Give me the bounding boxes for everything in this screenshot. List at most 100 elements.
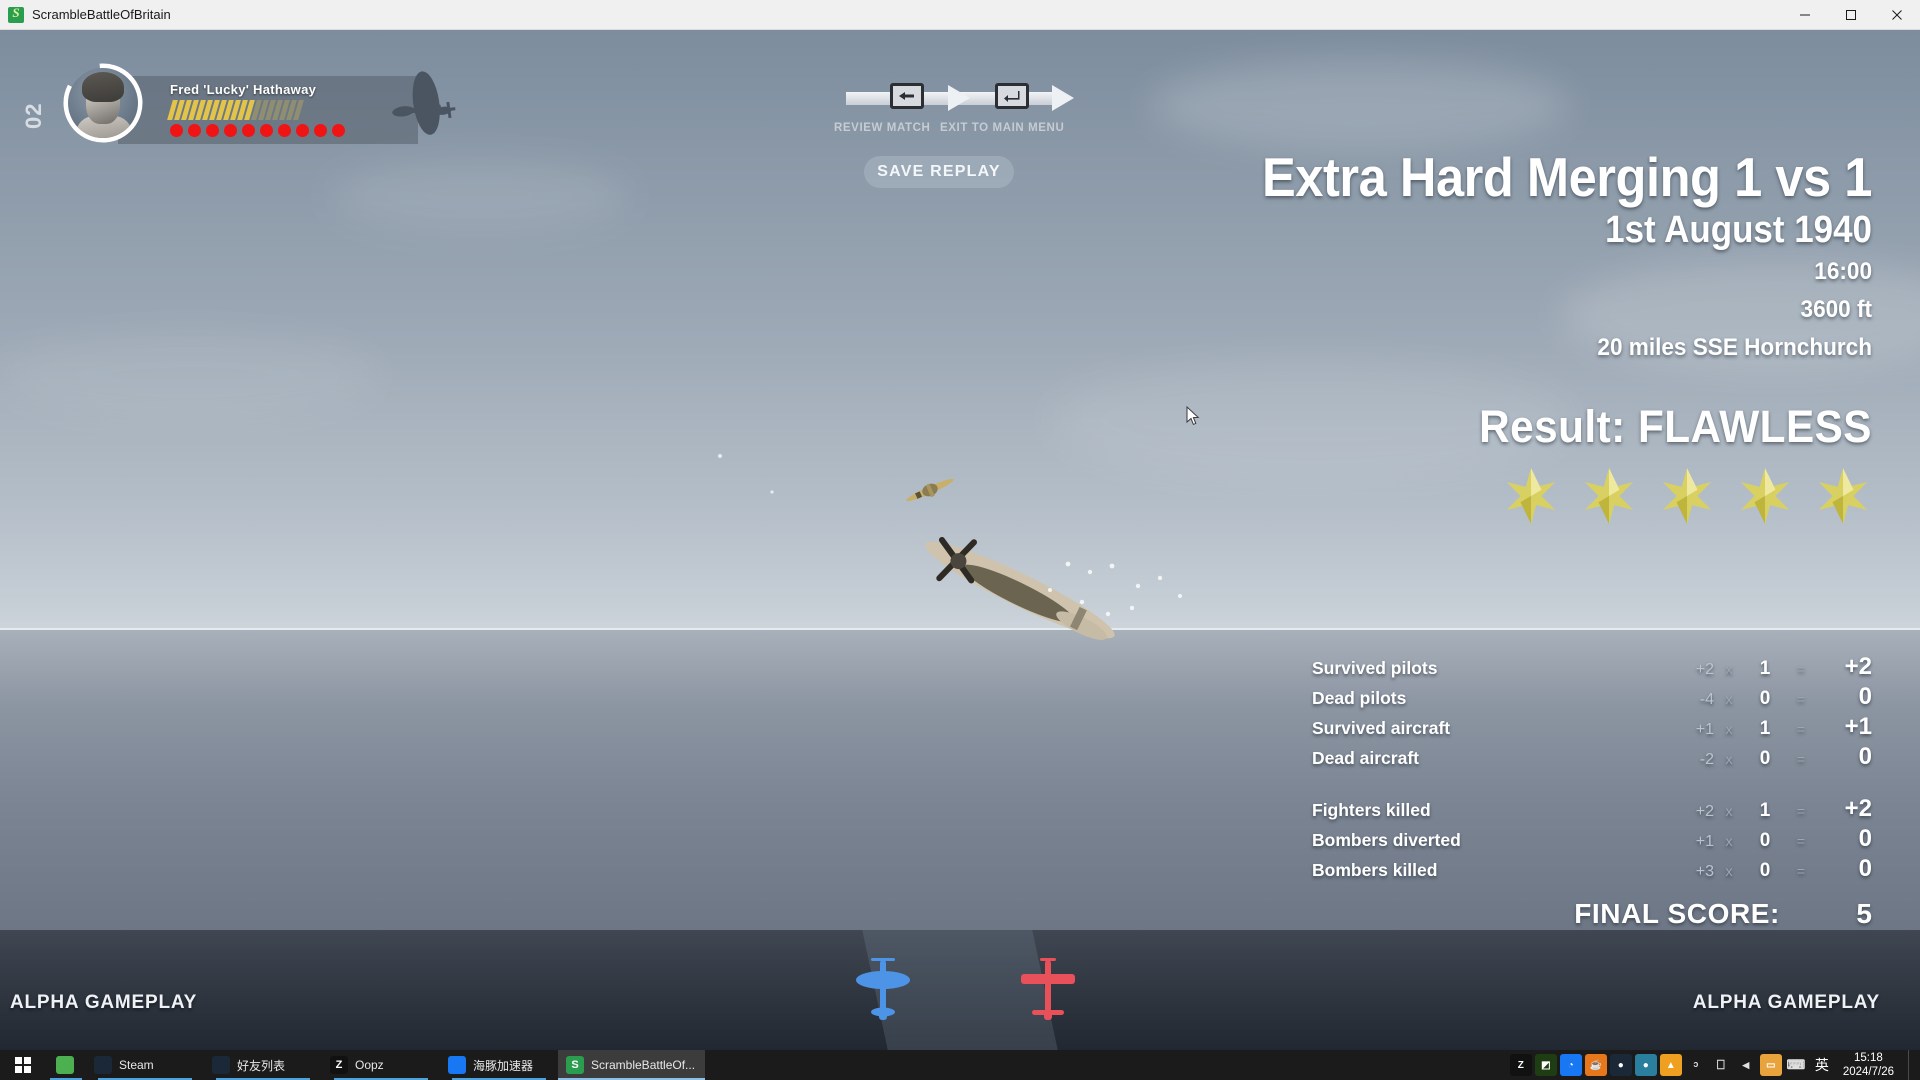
- taskbar-item-scramble-battle-of-britain[interactable]: S ScrambleBattleOf...: [558, 1050, 706, 1080]
- volume-tray[interactable]: ◂: [1735, 1054, 1757, 1076]
- window-controls: [1782, 0, 1920, 30]
- score-row-count: 1: [1759, 658, 1771, 679]
- score-row-multiplier: -2: [1699, 751, 1714, 768]
- hit-marker: [314, 124, 327, 137]
- taskbar-item-label: 好友列表: [237, 1058, 286, 1073]
- minimize-icon[interactable]: [1782, 0, 1828, 30]
- score-row-label: Fighters killed: [1312, 800, 1431, 820]
- clock[interactable]: 15:18 2024/7/26: [1837, 1051, 1904, 1079]
- hit-marker: [170, 124, 183, 137]
- steam-friends-icon: [212, 1056, 230, 1074]
- hit-marker: [296, 124, 309, 137]
- score-row-equals: =: [1796, 721, 1806, 737]
- pilot-hud: 02 Fred 'Lucky' Hathaway: [21, 62, 456, 162]
- score-row-count: 0: [1759, 688, 1771, 709]
- score-row-count: 0: [1759, 748, 1771, 769]
- score-row-multiplier: +3: [1695, 863, 1714, 880]
- dolphin-tray[interactable]: ◔: [1559, 1054, 1582, 1076]
- hit-marker: [332, 124, 345, 137]
- post-match-nav: REVIEW MATCH EXIT TO MAIN MENU SAVE REPL…: [834, 78, 1090, 188]
- taskbar-item-steam-friends[interactable]: 好友列表: [204, 1050, 322, 1080]
- score-row-count: 0: [1759, 830, 1771, 851]
- key-back-icon[interactable]: [890, 83, 924, 109]
- taskbar-item-minecraft[interactable]: [46, 1050, 86, 1080]
- start-button[interactable]: [0, 1050, 46, 1080]
- score-row-label: Survived pilots: [1312, 658, 1438, 678]
- star-icon: [1740, 468, 1790, 525]
- final-score-value: 5: [1856, 898, 1872, 929]
- scramble-battle-of-britain-icon: S: [566, 1056, 584, 1074]
- score-row-times: x: [1725, 661, 1733, 677]
- window-titlebar: ScrambleBattleOfBritain: [0, 0, 1920, 30]
- hit-marker: [188, 124, 201, 137]
- nav-labels: REVIEW MATCH EXIT TO MAIN MENU: [834, 122, 1090, 140]
- review-match-label[interactable]: REVIEW MATCH: [834, 122, 930, 134]
- score-row-multiplier: +1: [1695, 721, 1714, 738]
- keyboard-tray[interactable]: ⌨: [1785, 1054, 1807, 1076]
- score-table-group-1: Survived pilots +2 x 1 = +2 Dead pilots -4 x 0 = 0 S…: [1312, 652, 1872, 772]
- score-row-value: +1: [1844, 713, 1872, 740]
- taskbar-item-label: Steam: [119, 1058, 154, 1072]
- close-icon[interactable]: [1874, 0, 1920, 30]
- steam-icon: [94, 1056, 112, 1074]
- key-enter-icon[interactable]: [995, 83, 1029, 109]
- alpha-watermark-right: ALPHA GAMEPLAY: [1692, 992, 1880, 1013]
- score-row-label: Bombers diverted: [1312, 830, 1461, 850]
- exit-to-main-menu-label[interactable]: EXIT TO MAIN MENU: [940, 122, 1064, 134]
- pilot-name: Fred 'Lucky' Hathaway: [170, 82, 317, 97]
- star-icon: [1818, 468, 1868, 525]
- java-tray[interactable]: ☕: [1584, 1054, 1607, 1076]
- explorer-tray[interactable]: ▭: [1759, 1054, 1782, 1076]
- taskbar-item-dolphin-accelerator[interactable]: 海豚加速器: [440, 1050, 558, 1080]
- pilot-avatar: [68, 68, 138, 138]
- huorong-tray[interactable]: ▲: [1659, 1054, 1682, 1076]
- score-row-multiplier: -4: [1699, 691, 1714, 708]
- score-row-times: x: [1725, 751, 1733, 767]
- cloud: [1150, 60, 1570, 150]
- hit-marker: [260, 124, 273, 137]
- oopz-icon: Z: [330, 1056, 348, 1074]
- cloud: [0, 330, 380, 420]
- oopz-tray[interactable]: Z: [1509, 1054, 1532, 1076]
- taskbar-item-oopz[interactable]: Z Oopz: [322, 1050, 440, 1080]
- score-row: Fighters killed +2 x 1 = +2: [1312, 794, 1872, 824]
- radar-strip: [0, 930, 1920, 1050]
- show-desktop-button[interactable]: [1908, 1050, 1914, 1080]
- network-tray[interactable]: ⎕: [1710, 1054, 1732, 1076]
- hit-markers: [170, 124, 345, 137]
- nav-arrow-2: [1052, 85, 1074, 111]
- score-row-value: 0: [1858, 825, 1872, 852]
- mouse-cursor: [1186, 406, 1200, 426]
- steam-tray[interactable]: ●: [1609, 1054, 1632, 1076]
- maximize-icon[interactable]: [1828, 0, 1874, 30]
- taskbar-item-label: ScrambleBattleOf...: [591, 1058, 696, 1072]
- score-row-value: 0: [1858, 683, 1872, 710]
- clock-time: 15:18: [1854, 1052, 1883, 1064]
- ime-indicator[interactable]: 英: [1809, 1055, 1835, 1075]
- score-row: Dead pilots -4 x 0 = 0: [1312, 682, 1872, 712]
- taskbar-item-label: Oopz: [355, 1058, 384, 1072]
- score-row-times: x: [1725, 833, 1733, 849]
- microphone-tray[interactable]: ᵓ: [1685, 1054, 1707, 1076]
- tracer-rounds: [1048, 561, 1182, 617]
- clock-date: 2024/7/26: [1842, 1066, 1894, 1078]
- aircraft-silhouette-icon: [392, 71, 456, 135]
- final-score-label: FINAL SCORE:: [1574, 898, 1780, 929]
- score-row-count: 1: [1759, 800, 1771, 821]
- score-row-label: Dead aircraft: [1312, 748, 1419, 768]
- score-row-multiplier: +2: [1695, 803, 1714, 820]
- star-icon: [1584, 468, 1634, 525]
- game-viewport[interactable]: 02 Fred 'Lucky' Hathaway REVIEW MATCH EX…: [0, 30, 1920, 1050]
- tencent-tray[interactable]: ●: [1634, 1054, 1657, 1076]
- score-row-multiplier: +2: [1695, 661, 1714, 678]
- ammo-gauge: [167, 100, 304, 120]
- taskbar-item-steam[interactable]: Steam: [86, 1050, 204, 1080]
- score-row-label: Survived aircraft: [1312, 718, 1451, 738]
- score-row-times: x: [1725, 691, 1733, 707]
- minecraft-icon: [56, 1056, 74, 1074]
- score-row-times: x: [1725, 863, 1733, 879]
- result-line: Result: FLAWLESS: [1479, 401, 1872, 453]
- hit-marker: [278, 124, 291, 137]
- score-row-count: 1: [1759, 718, 1771, 739]
- nvidia-tray[interactable]: ◩: [1534, 1054, 1557, 1076]
